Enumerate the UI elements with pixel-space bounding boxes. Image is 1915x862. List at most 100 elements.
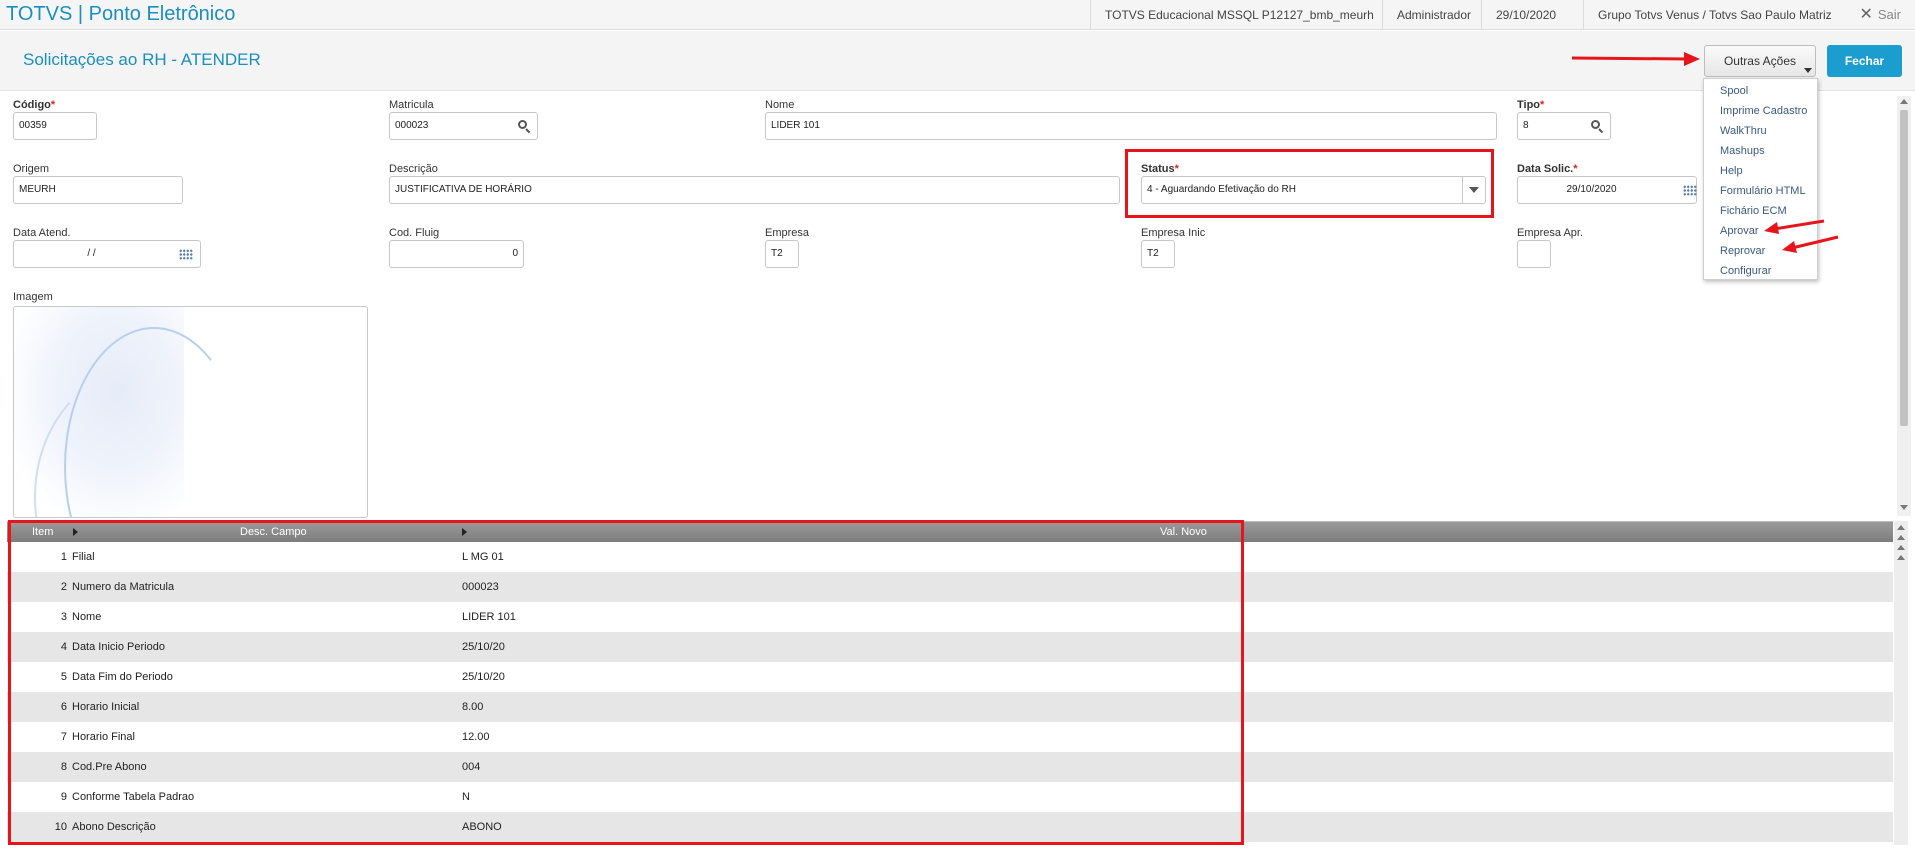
logout-button[interactable]: ✕ Sair — [1859, 0, 1901, 30]
form-scrollbar[interactable] — [1897, 96, 1911, 516]
cell-item: 6 — [60, 701, 67, 713]
cell-item: 5 — [60, 671, 67, 683]
calendar-icon[interactable] — [1683, 185, 1697, 196]
status-select[interactable]: 4 - Aguardando Efetivação do RH — [1141, 176, 1486, 204]
origem-field[interactable]: MEURH — [13, 176, 183, 204]
nome-label: Nome — [765, 99, 795, 111]
empresa-inic-label: Empresa Inic — [1141, 227, 1206, 239]
cell-val: N — [462, 791, 470, 803]
cod-fluig-label: Cod. Fluig — [389, 227, 440, 239]
menu-item-walkthru[interactable]: WalkThru — [1720, 125, 1767, 137]
menu-item-formulario-html[interactable]: Formulário HTML — [1720, 185, 1806, 197]
empresa-apr-label: Empresa Apr. — [1517, 227, 1584, 239]
scroll-up-icon[interactable] — [1897, 535, 1905, 540]
cell-val: 8.00 — [462, 701, 484, 713]
search-icon[interactable] — [1591, 120, 1604, 134]
scroll-thumb[interactable] — [1900, 110, 1908, 426]
table-row[interactable]: 7 Horario Final 12.00 — [7, 722, 1893, 752]
company-label: Grupo Totvs Venus / Totvs Sao Paulo Matr… — [1583, 0, 1846, 30]
table-row[interactable]: 1 Filial L MG 01 — [7, 542, 1893, 572]
menu-item-fichario-ecm[interactable]: Fichário ECM — [1720, 205, 1787, 217]
column-header-desc[interactable]: Desc. Campo — [240, 522, 307, 542]
logout-label: Sair — [1877, 7, 1901, 22]
cell-desc: Horario Final — [72, 731, 135, 743]
page-up-icon[interactable] — [1897, 545, 1905, 550]
codigo-label: Código* — [13, 99, 56, 111]
column-marker-icon — [462, 528, 467, 536]
descricao-label: Descrição — [389, 163, 438, 175]
app-title: TOTVS | Ponto Eletrônico — [6, 3, 236, 25]
menu-item-help[interactable]: Help — [1720, 165, 1743, 177]
descricao-field[interactable]: JUSTIFICATIVA DE HORÁRIO — [389, 176, 1120, 204]
empresa-inic-field[interactable]: T2 — [1141, 240, 1175, 268]
column-header-item[interactable]: Item — [32, 522, 53, 542]
matricula-label: Matricula — [389, 99, 434, 111]
change-grid: Item Desc. Campo Val. Novo 1 Filial L MG 0… — [7, 521, 1893, 845]
scroll-top-icon[interactable] — [1897, 525, 1905, 530]
empresa-label: Empresa — [765, 227, 810, 239]
cell-val: 25/10/20 — [462, 641, 505, 653]
scroll-down-icon[interactable] — [1900, 505, 1908, 510]
chevron-down-icon[interactable] — [1462, 177, 1484, 203]
cell-item: 10 — [54, 821, 67, 833]
cell-val: 12.00 — [462, 731, 490, 743]
cell-desc: Filial — [72, 551, 95, 563]
menu-item-reprovar[interactable]: Reprovar — [1720, 245, 1765, 257]
matricula-field[interactable]: 000023 — [389, 112, 538, 140]
menu-item-mashups[interactable]: Mashups — [1720, 145, 1765, 157]
menu-item-aprovar[interactable]: Aprovar — [1720, 225, 1759, 237]
cell-val: ABONO — [462, 821, 502, 833]
origem-label: Origem — [13, 163, 50, 175]
empresa-apr-field[interactable] — [1517, 240, 1551, 268]
table-row[interactable]: 9 Conforme Tabela Padrao N — [7, 782, 1893, 812]
annotation-arrow-icon — [1571, 52, 1700, 66]
calendar-icon[interactable] — [179, 249, 193, 260]
data-atend-value: / / — [87, 248, 96, 259]
scroll-up-icon[interactable] — [1897, 555, 1905, 560]
menu-item-spool[interactable]: Spool — [1720, 85, 1748, 97]
cell-desc: Nome — [72, 611, 102, 623]
matricula-value: 000023 — [395, 120, 429, 131]
menu-item-imprime-cadastro[interactable]: Imprime Cadastro — [1720, 105, 1807, 117]
tipo-label: Tipo* — [1517, 99, 1545, 111]
outras-acoes-button[interactable]: Outras Ações — [1704, 45, 1816, 77]
cell-desc: Cod.Pre Abono — [72, 761, 147, 773]
table-row[interactable]: 5 Data Fim do Periodo 25/10/20 — [7, 662, 1893, 692]
scroll-up-icon[interactable] — [1900, 99, 1908, 104]
empresa-field[interactable]: T2 — [765, 240, 799, 268]
nome-field[interactable]: LIDER 101 — [765, 112, 1497, 140]
cell-val: L MG 01 — [462, 551, 504, 563]
date-label: 29/10/2020 — [1481, 0, 1570, 30]
cell-desc: Numero da Matricula — [72, 581, 175, 593]
fechar-button[interactable]: Fechar — [1827, 45, 1902, 77]
codigo-field[interactable]: 00359 — [13, 112, 97, 140]
grid-scrollbar[interactable] — [1894, 521, 1908, 845]
table-row[interactable]: 2 Numero da Matricula 000023 — [7, 572, 1893, 602]
table-row[interactable]: 3 Nome LIDER 101 — [7, 602, 1893, 632]
table-row[interactable]: 10 Abono Descrição ABONO — [7, 812, 1893, 842]
cell-desc: Data Inicio Periodo — [72, 641, 165, 653]
cell-desc: Data Fim do Periodo — [72, 671, 173, 683]
cell-item: 3 — [60, 611, 67, 623]
data-atend-label: Data Atend. — [13, 227, 71, 239]
data-atend-field[interactable]: / / — [13, 240, 201, 268]
image-field[interactable] — [13, 306, 368, 518]
data-solic-field[interactable]: 29/10/2020 — [1517, 176, 1697, 204]
menu-item-configurar[interactable]: Configurar — [1720, 265, 1771, 277]
chevron-down-icon — [1804, 68, 1812, 73]
table-row[interactable]: 8 Cod.Pre Abono 004 — [7, 752, 1893, 782]
status-value: 4 - Aguardando Efetivação do RH — [1147, 184, 1296, 195]
search-icon[interactable] — [518, 120, 531, 134]
status-label: Status* — [1141, 163, 1179, 175]
outras-acoes-label: Outras Ações — [1723, 54, 1797, 68]
cod-fluig-field[interactable]: 0 — [389, 240, 524, 268]
cell-item: 1 — [60, 551, 67, 563]
placeholder-image — [14, 307, 244, 517]
table-row[interactable]: 4 Data Inicio Periodo 25/10/20 — [7, 632, 1893, 662]
cell-val: 004 — [462, 761, 481, 773]
table-row[interactable]: 6 Horario Inicial 8.00 — [7, 692, 1893, 722]
close-icon: ✕ — [1859, 6, 1873, 23]
column-header-val[interactable]: Val. Novo — [1160, 522, 1207, 542]
cell-item: 9 — [60, 791, 67, 803]
top-bar: TOTVS | Ponto Eletrônico TOTVS Educacion… — [0, 0, 1915, 30]
